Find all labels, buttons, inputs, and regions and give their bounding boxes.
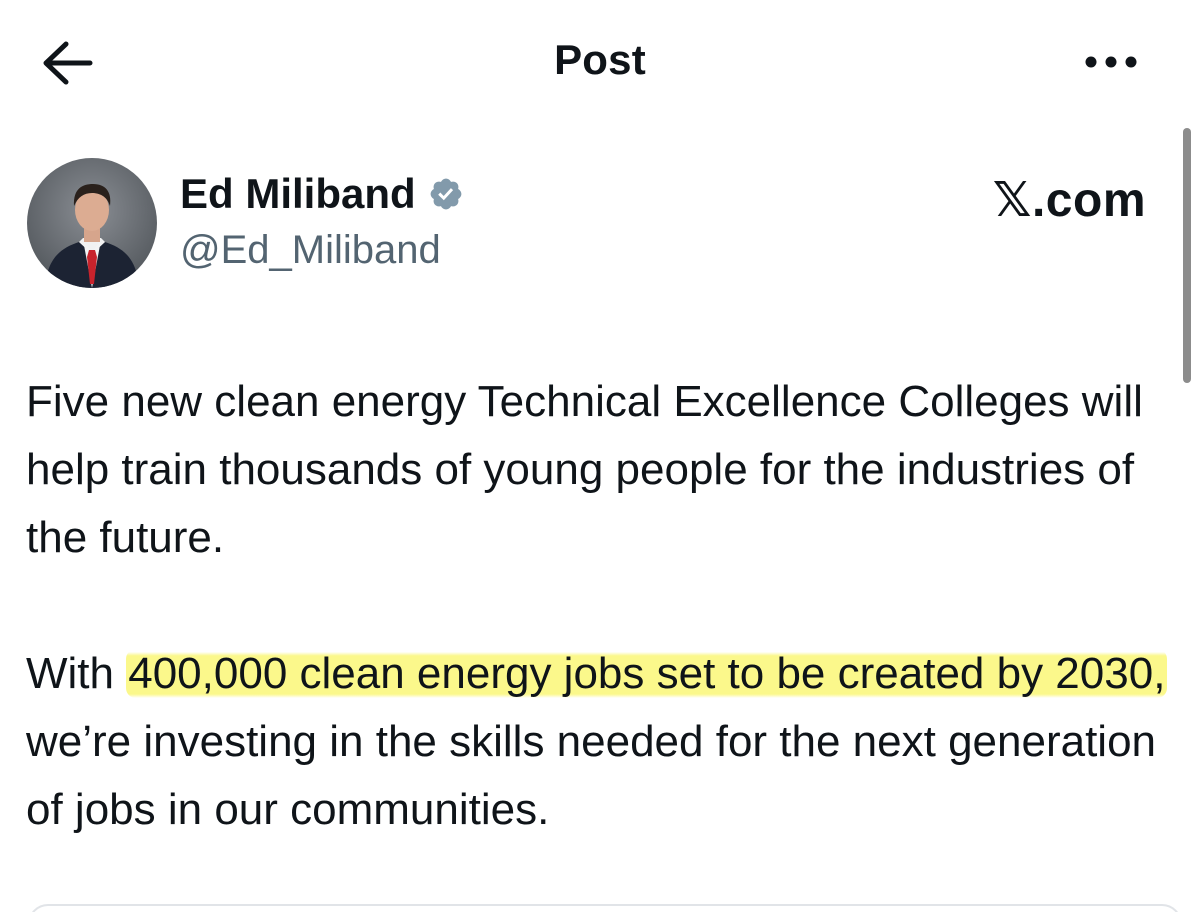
post-paragraph-1: Five new clean energy Technical Excellen… (26, 377, 1143, 562)
more-horizontal-icon (1085, 56, 1137, 68)
more-options-button[interactable] (1076, 40, 1146, 84)
post-paragraph-2: With 400,000 clean energy jobs set to be… (26, 640, 1186, 844)
scrollbar[interactable] (1183, 128, 1191, 383)
embedded-card[interactable] (28, 904, 1182, 912)
author-name-text: Ed Miliband (180, 170, 416, 217)
author-handle[interactable]: @Ed_Miliband (180, 228, 441, 273)
author-name[interactable]: Ed Miliband (180, 170, 464, 218)
paragraph-2-suffix: we’re investing in the skills needed for… (26, 717, 1157, 834)
page-title: Post (554, 36, 646, 83)
post-text: Five new clean energy Technical Excellen… (26, 368, 1186, 844)
highlighted-text: 400,000 clean energy jobs set to be crea… (126, 649, 1168, 698)
post-page: Post Ed Miliband @Ed_Miliband 𝕏.com Five… (0, 0, 1200, 912)
top-bar: Post (0, 0, 1200, 125)
paragraph-2-prefix: With (26, 649, 127, 698)
avatar[interactable] (27, 158, 157, 288)
source-label: 𝕏.com (992, 174, 1146, 227)
verified-badge-icon (430, 178, 462, 210)
profile-photo (27, 158, 157, 288)
